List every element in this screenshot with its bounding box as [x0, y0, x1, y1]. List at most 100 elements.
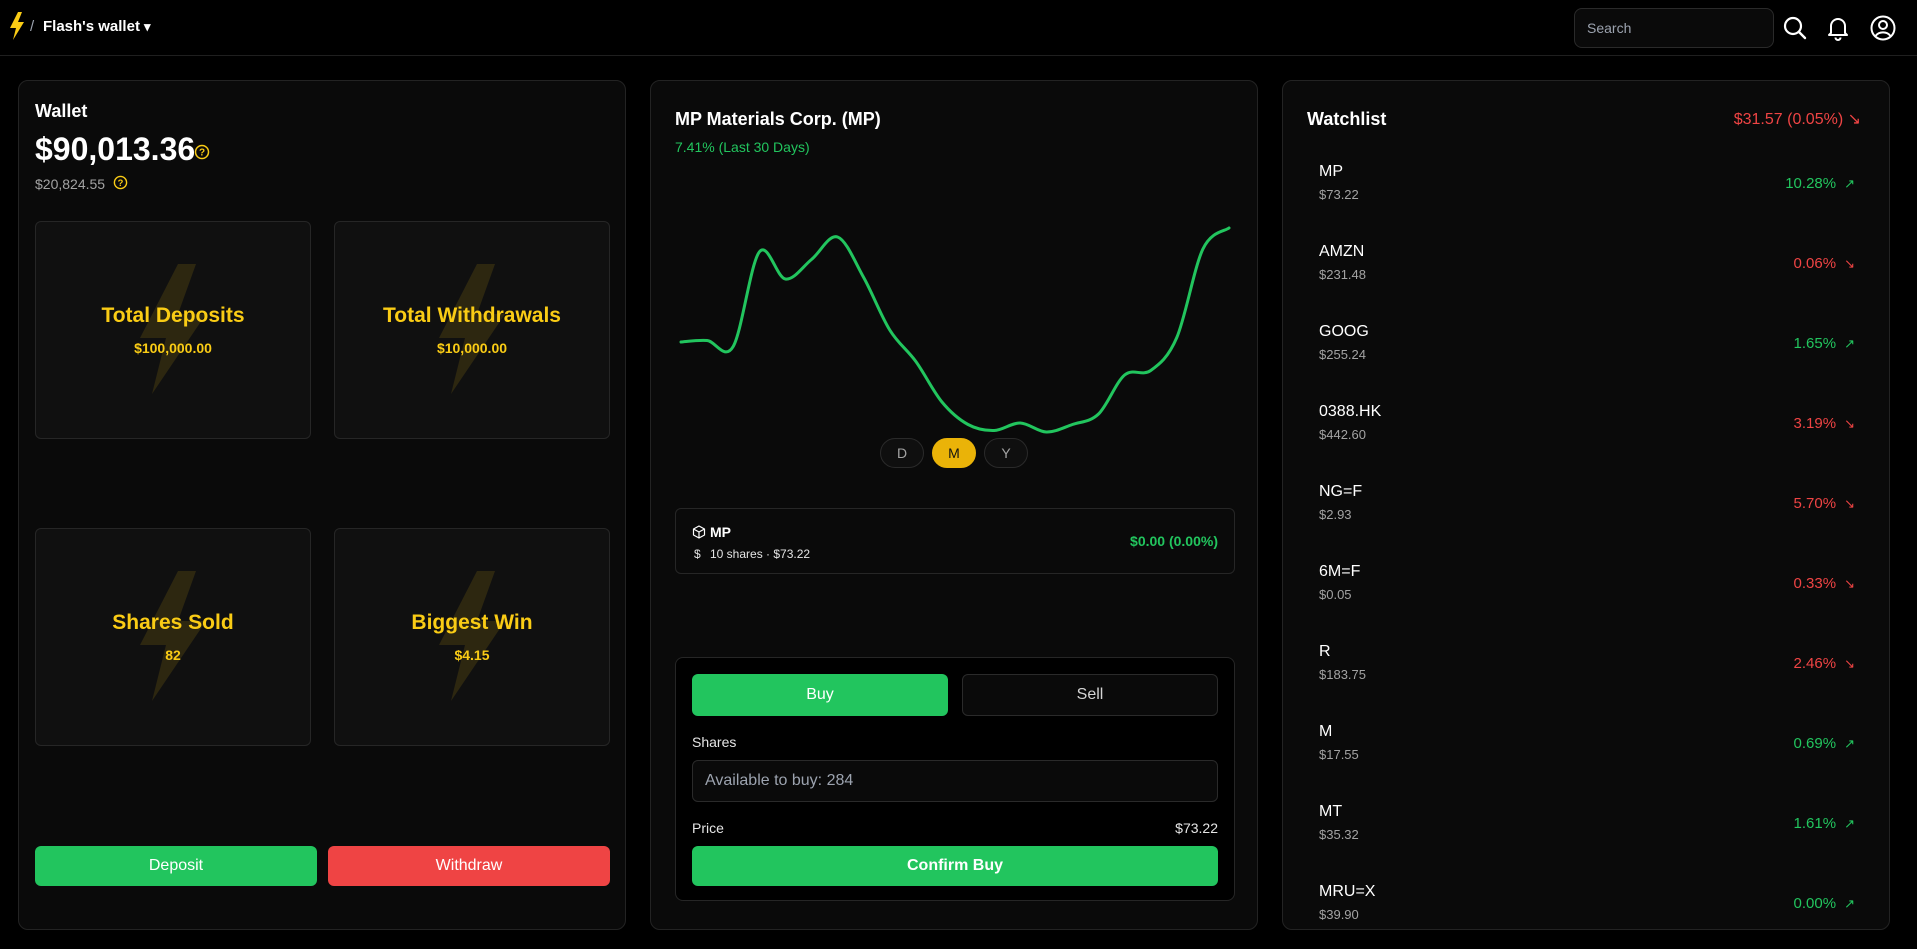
lightning-icon	[439, 264, 505, 394]
watchlist-change: 0.06% ↘	[1794, 255, 1855, 272]
price-line	[679, 226, 1231, 434]
stat-value: $4.15	[454, 647, 490, 663]
watchlist-item[interactable]: R $183.75 2.46% ↘	[1307, 629, 1867, 709]
range-button-year[interactable]: Y	[984, 438, 1028, 468]
watchlist-item[interactable]: AMZN $231.48 0.06% ↘	[1307, 229, 1867, 309]
trend-arrow-icon: ↗	[1844, 176, 1855, 191]
wallet-sub-balance: $20,824.55	[35, 176, 106, 192]
svg-text:?: ?	[118, 178, 124, 188]
watchlist-symbol: R	[1319, 643, 1331, 660]
watchlist-item[interactable]: MP $73.22 10.28% ↗	[1307, 149, 1867, 229]
trend-arrow-icon: ↗	[1844, 336, 1855, 351]
watchlist-item[interactable]: GOOG $255.24 1.65% ↗	[1307, 309, 1867, 389]
stat-label: Total Withdrawals	[383, 304, 561, 327]
watchlist-price: $255.24	[1319, 347, 1366, 362]
stock-panel: MP Materials Corp. (MP) 7.41% (Last 30 D…	[650, 80, 1258, 930]
help-icon[interactable]: ?	[194, 144, 210, 160]
watchlist-change-percent: 5.70%	[1793, 495, 1837, 512]
lightning-icon	[439, 571, 505, 701]
watchlist-change-percent: 0.06%	[1793, 255, 1837, 272]
top-bar: / Flash's wallet ▾	[0, 0, 1917, 56]
watchlist-title: Watchlist	[1307, 109, 1387, 129]
watchlist-price: $35.32	[1319, 827, 1359, 842]
watchlist-price: $39.90	[1319, 907, 1359, 922]
deposit-button[interactable]: Deposit	[35, 846, 317, 886]
trend-arrow-icon: ↗	[1844, 736, 1855, 751]
withdraw-button[interactable]: Withdraw	[328, 846, 610, 886]
stat-card-total-withdrawals: Total Withdrawals $10,000.00	[334, 221, 610, 439]
search-icon[interactable]	[1782, 15, 1808, 41]
watchlist-item[interactable]: M $17.55 0.69% ↗	[1307, 709, 1867, 789]
range-button-month[interactable]: M	[932, 438, 976, 468]
wallet-name: Flash's wallet	[43, 18, 140, 35]
stat-label: Biggest Win	[411, 611, 533, 634]
watchlist-change-percent: 0.00%	[1793, 895, 1837, 912]
watchlist-price: $0.05	[1319, 587, 1352, 602]
buy-tab[interactable]: Buy	[692, 674, 948, 716]
wallet-selector[interactable]: Flash's wallet ▾	[43, 18, 150, 35]
watchlist-symbol: GOOG	[1319, 323, 1369, 340]
watchlist-symbol: MT	[1319, 803, 1343, 820]
trend-arrow-icon: ↘	[1844, 496, 1855, 511]
watchlist-total: $31.57 (0.05%) ↘	[1733, 111, 1861, 128]
search-input[interactable]	[1574, 8, 1774, 48]
watchlist-change: 5.70% ↘	[1794, 495, 1855, 512]
stat-card-biggest-win: Biggest Win $4.15	[334, 528, 610, 746]
stat-label: Total Deposits	[101, 304, 245, 327]
wallet-balance: $90,013.36	[35, 131, 196, 167]
watchlist-symbol: NG=F	[1319, 483, 1363, 500]
watchlist-change-percent: 1.61%	[1793, 815, 1837, 832]
wallet-panel: Wallet $90,013.36 ? $20,824.55 ? Total D…	[18, 80, 626, 930]
sell-tab[interactable]: Sell	[962, 674, 1218, 716]
watchlist-symbol: 0388.HK	[1319, 403, 1382, 420]
stat-value: $10,000.00	[436, 340, 508, 356]
watchlist-change-percent: 10.28%	[1785, 175, 1837, 192]
watchlist-change-percent: 0.69%	[1793, 735, 1837, 752]
stat-value: $100,000.00	[134, 340, 212, 356]
trend-arrow-icon: ↗	[1844, 896, 1855, 911]
watchlist-change-percent: 1.65%	[1793, 335, 1837, 352]
user-icon[interactable]	[1870, 15, 1896, 41]
watchlist-symbol: MP	[1319, 163, 1343, 180]
trade-form: Buy Sell Shares Price $73.22 Confirm Buy	[675, 657, 1235, 901]
stock-change: 7.41% (Last 30 Days)	[675, 139, 810, 155]
holding-profit-loss: $0.00 (0.00%)	[1130, 533, 1218, 549]
watchlist-item[interactable]: 0388.HK $442.60 3.19% ↘	[1307, 389, 1867, 469]
confirm-buy-button[interactable]: Confirm Buy	[692, 846, 1218, 886]
watchlist-change: 0.69% ↗	[1794, 735, 1855, 752]
price-value: $73.22	[1175, 820, 1218, 836]
stat-card-shares-sold: Shares Sold 82	[35, 528, 311, 746]
watchlist-panel: Watchlist $31.57 (0.05%) ↘ MP $73.22 10.28…	[1282, 80, 1890, 930]
wallet-title: Wallet	[35, 101, 88, 121]
help-icon[interactable]: ?	[113, 175, 128, 190]
trend-arrow-icon: ↘	[1844, 576, 1855, 591]
watchlist-item[interactable]: NG=F $2.93 5.70% ↘	[1307, 469, 1867, 549]
watchlist-change-percent: 0.33%	[1793, 575, 1837, 592]
bell-icon[interactable]	[1825, 15, 1851, 41]
watchlist-change: 10.28% ↗	[1785, 175, 1855, 192]
watchlist-item[interactable]: MRU=X $39.90 0.00% ↗	[1307, 869, 1867, 949]
watchlist-item[interactable]: MT $35.32 1.61% ↗	[1307, 789, 1867, 869]
watchlist-symbol: 6M=F	[1319, 563, 1361, 580]
watchlist-symbol: M	[1319, 723, 1333, 740]
watchlist-change: 1.65% ↗	[1794, 335, 1855, 352]
trend-arrow-icon: ↘	[1844, 256, 1855, 271]
shares-input[interactable]	[692, 760, 1218, 802]
watchlist-price: $73.22	[1319, 187, 1359, 202]
watchlist-price: $2.93	[1319, 507, 1352, 522]
stat-card-total-deposits: Total Deposits $100,000.00	[35, 221, 311, 439]
caret-down-icon: ▾	[143, 19, 151, 34]
watchlist-price: $17.55	[1319, 747, 1359, 762]
watchlist-change-percent: 2.46%	[1793, 655, 1837, 672]
watchlist-price: $231.48	[1319, 267, 1366, 282]
holding-card[interactable]: MP $ 10 shares · $73.22 $0.00 (0.00%)	[675, 508, 1235, 574]
stat-label: Shares Sold	[112, 611, 234, 634]
lightning-logo-icon[interactable]	[8, 12, 26, 40]
lightning-icon	[140, 264, 206, 394]
watchlist-change: 0.33% ↘	[1794, 575, 1855, 592]
range-button-day[interactable]: D	[880, 438, 924, 468]
watchlist-item[interactable]: 6M=F $0.05 0.33% ↘	[1307, 549, 1867, 629]
price-label: Price	[692, 820, 724, 836]
holding-shares: 10 shares · $73.22	[710, 547, 811, 561]
watchlist-price: $183.75	[1319, 667, 1366, 682]
